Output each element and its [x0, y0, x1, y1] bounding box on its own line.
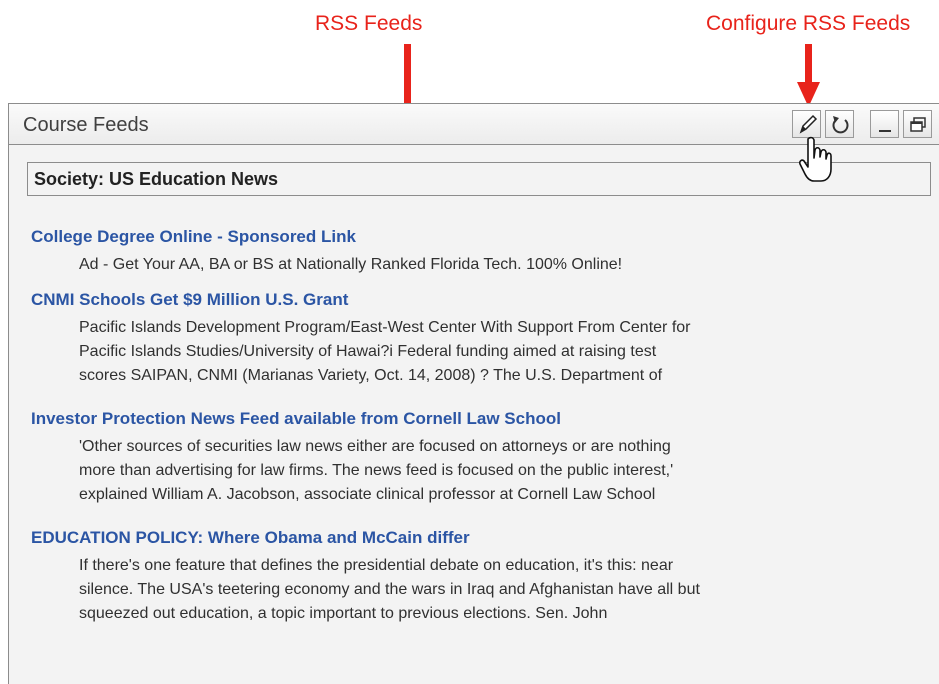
restore-button[interactable]	[903, 110, 932, 138]
refresh-button[interactable]	[825, 110, 854, 138]
feed-item-title[interactable]: Investor Protection News Feed available …	[31, 409, 561, 429]
feed-item-description: 'Other sources of securities law news ei…	[79, 438, 671, 455]
feed-item-description: explained William A. Jacobson, associate…	[79, 486, 656, 503]
refresh-icon	[832, 116, 849, 134]
feed-item-description: Ad - Get Your AA, BA or BS at Nationally…	[79, 256, 623, 273]
feed-source-title: Society: US Education News	[27, 162, 931, 196]
feed-item-title[interactable]: College Degree Online - Sponsored Link	[31, 227, 356, 247]
feed-item-description: squeezed out education, a topic importan…	[79, 605, 608, 622]
panel-title: Course Feeds	[23, 114, 149, 136]
feed-item-description: Pacific Islands Development Program/East…	[79, 319, 691, 336]
minimize-button[interactable]	[870, 110, 899, 138]
feed-item-description: scores SAIPAN, CNMI (Marianas Variety, O…	[79, 367, 663, 384]
restore-icon	[910, 117, 926, 132]
feed-item-description: more than advertising for law firms. The…	[79, 462, 674, 479]
hand-cursor-icon	[799, 136, 832, 182]
feed-source-label: Society: US Education News	[34, 169, 279, 189]
annotation-arrow-configure	[797, 44, 820, 107]
feed-item-description: silence. The USA's teetering economy and…	[79, 581, 700, 598]
feed-item-description: Pacific Islands Studies/University of Ha…	[79, 343, 657, 360]
feed-item-description: If there's one feature that defines the …	[79, 557, 674, 574]
annotation-configure-rss-feeds: Configure RSS Feeds	[706, 12, 911, 35]
minimize-icon	[879, 130, 891, 132]
annotation-rss-feeds: RSS Feeds	[315, 12, 423, 35]
pencil-icon	[799, 114, 818, 134]
configure-feeds-button[interactable]	[792, 110, 821, 138]
feed-item-title[interactable]: EDUCATION POLICY: Where Obama and McCain…	[31, 528, 470, 548]
course-feeds-panel: Course Feeds Society: US Education News …	[8, 103, 939, 684]
feed-item-title[interactable]: CNMI Schools Get $9 Million U.S. Grant	[31, 290, 348, 310]
